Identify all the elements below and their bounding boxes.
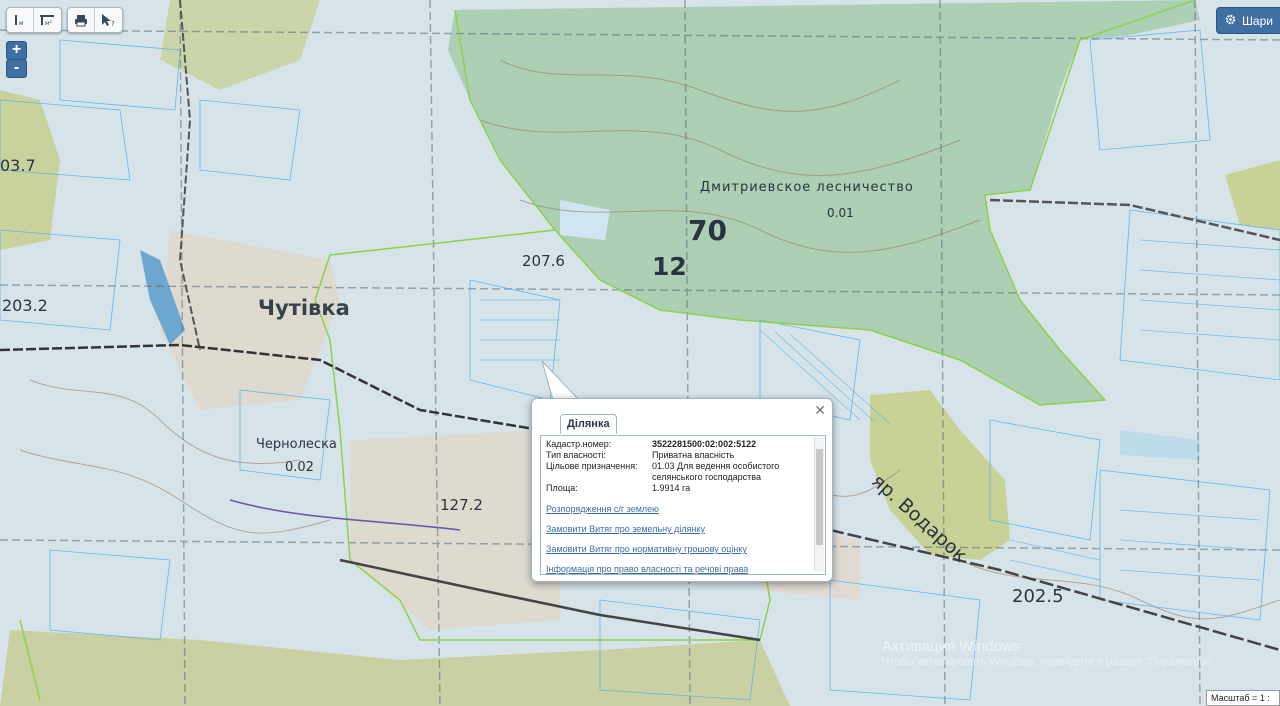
ruler-icon[interactable]: м	[7, 8, 33, 32]
layers-button[interactable]: Шари	[1215, 7, 1280, 34]
map-label-forestry: Дмитриевское лесничество	[700, 180, 914, 195]
zoom-out-button[interactable]: -	[6, 59, 27, 78]
info-label: Площа:	[546, 483, 578, 493]
popup-link[interactable]: Розпорядження с/г землею	[546, 504, 810, 514]
print-icon[interactable]	[68, 8, 94, 32]
map-label-village: Чернолеска	[256, 437, 337, 452]
windows-activation-watermark: Активация Windows	[882, 638, 1021, 655]
scrollbar-thumb[interactable]	[816, 449, 823, 545]
map-label-village: Чутівка	[258, 296, 350, 320]
info-row: Цільове призначення: 01.03 Для ведення ос…	[546, 461, 810, 483]
map-label-elevation: 203.2	[2, 296, 48, 315]
popup-content: Кадастр.номер: 3522281500:02:002:5122 Тип …	[540, 435, 826, 575]
print-and-identify-tools: ?	[67, 7, 123, 33]
map-label-elevation: 127.2	[440, 496, 483, 514]
info-row: Кадастр.номер: 3522281500:02:002:5122	[546, 439, 810, 450]
layers-label: Шари	[1241, 13, 1273, 28]
popup-link[interactable]: Замовити Витяг про земельну ділянку	[546, 524, 810, 534]
popup-link[interactable]: Інформація про право власності та речові…	[546, 564, 810, 574]
windows-activation-hint: Чтобы активировать Windows, перейдите в …	[882, 656, 1215, 668]
map-label-elevation: 03.7	[0, 156, 36, 175]
map-label-plot: 0.01	[827, 206, 854, 220]
map-canvas[interactable]	[0, 0, 1280, 706]
info-label: Кадастр.номер:	[546, 439, 612, 449]
popup-link[interactable]: Замовити Витяг про нормативну грошову оц…	[546, 544, 810, 554]
scale-indicator: Масштаб = 1 :	[1206, 690, 1280, 706]
svg-text:м: м	[19, 20, 24, 27]
svg-text:?: ?	[111, 20, 115, 27]
popup-scrollbar[interactable]	[814, 437, 824, 571]
info-label: Тип власності:	[546, 450, 606, 460]
info-value: 3522281500:02:002:5122	[652, 439, 757, 449]
ruler-area-icon[interactable]: м²	[33, 8, 60, 32]
map-label-plot: 0.02	[285, 460, 314, 475]
tab-parcel[interactable]: Ділянка	[560, 414, 617, 434]
identify-cursor-icon[interactable]: ?	[94, 8, 121, 32]
gear-icon	[1225, 14, 1236, 28]
info-value: Приватна власність	[652, 450, 735, 460]
close-icon[interactable]: ✕	[814, 402, 826, 419]
map-label-number: 12	[652, 252, 687, 281]
measure-tools: м м²	[6, 7, 62, 33]
info-value: 1.9914 га	[652, 483, 691, 493]
map-label-number: 70	[688, 214, 727, 247]
svg-text:м²: м²	[45, 20, 53, 27]
map-label-elevation: 202.5	[1012, 586, 1064, 607]
info-row: Тип власності: Приватна власність	[546, 450, 810, 461]
parcel-info-popup: ✕ Ділянка Кадастр.номер: 3522281500:02:00…	[531, 398, 833, 582]
map-label-elevation: 207.6	[522, 252, 565, 270]
zoom-in-button[interactable]: +	[6, 41, 27, 60]
info-value: 01.03 Для ведення особистого селянського…	[652, 461, 780, 482]
info-row: Площа: 1.9914 га	[546, 483, 810, 494]
popup-pointer	[541, 360, 581, 401]
info-label: Цільове призначення:	[546, 461, 638, 471]
popup-info-list: Кадастр.номер: 3522281500:02:002:5122 Тип …	[546, 439, 810, 574]
